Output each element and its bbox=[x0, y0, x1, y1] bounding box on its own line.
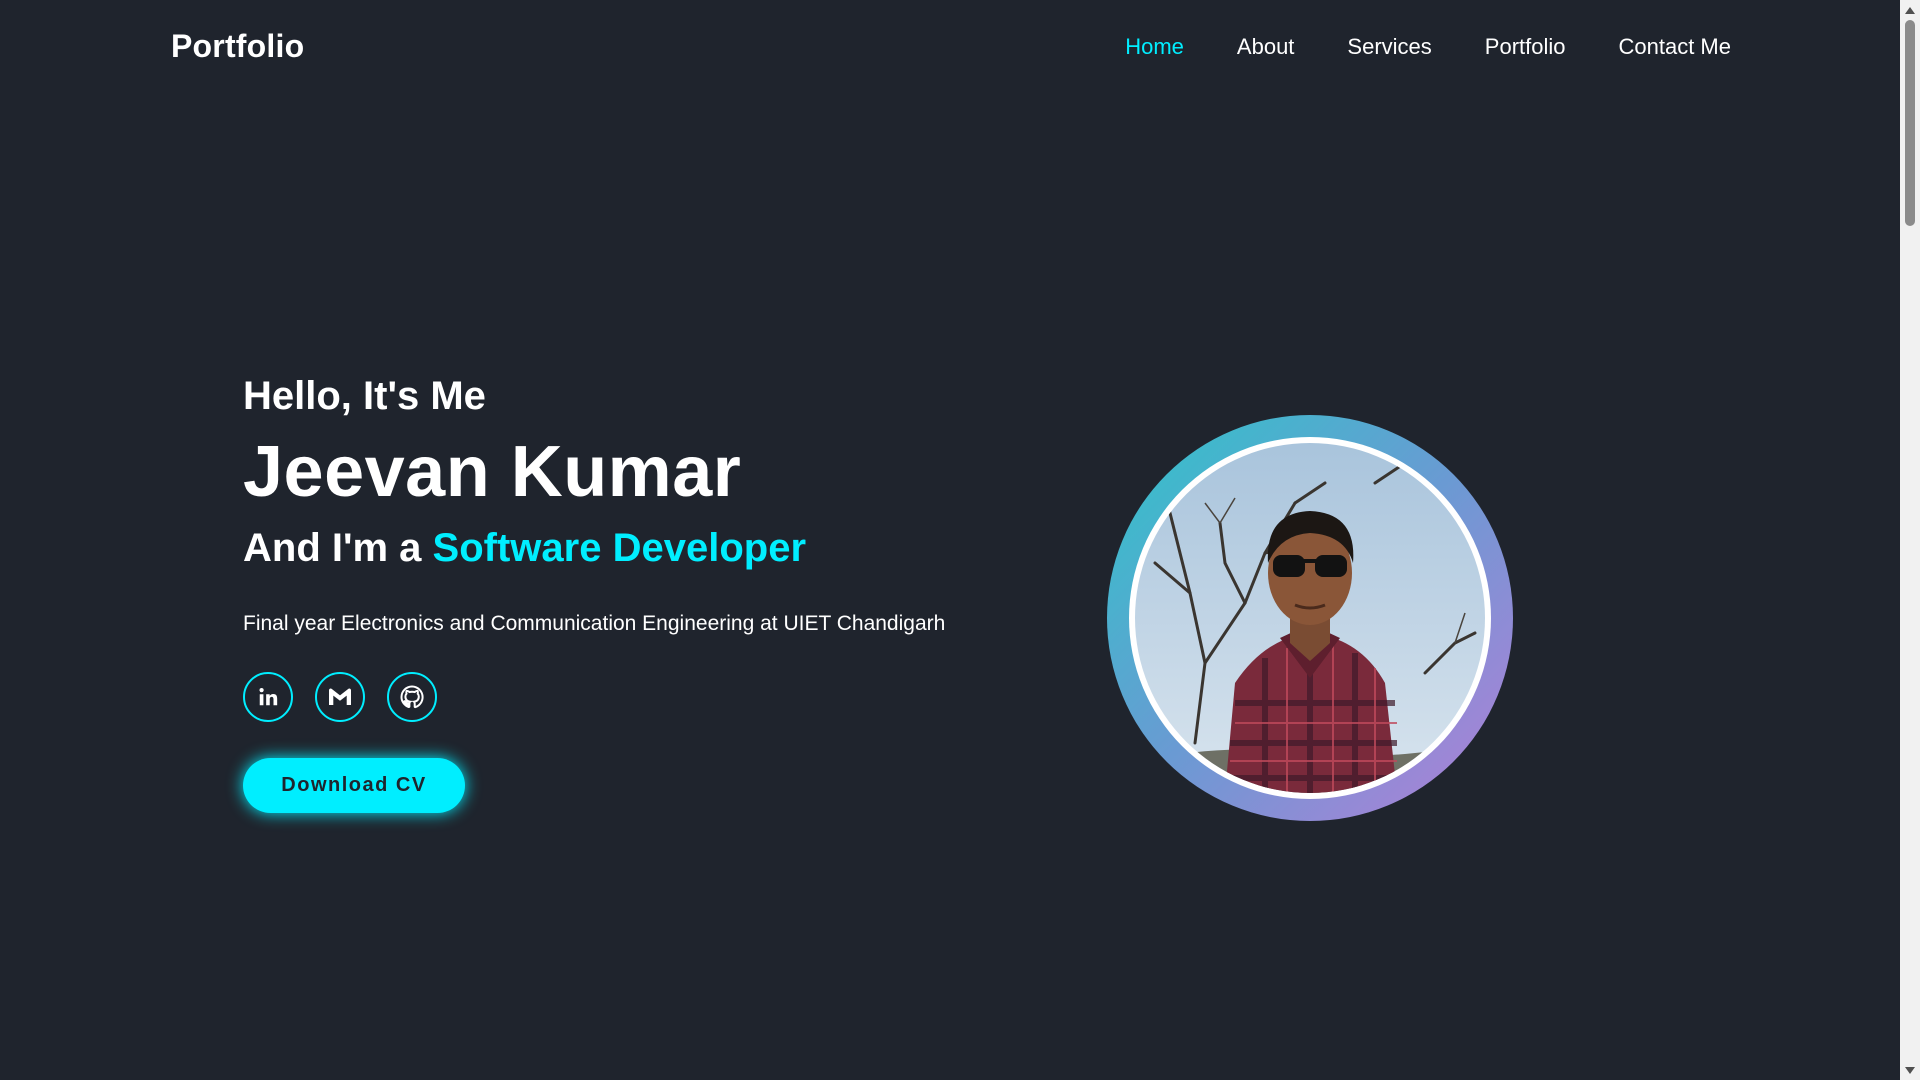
download-cv-button[interactable]: Download CV bbox=[243, 758, 465, 813]
scroll-up-arrow-icon[interactable] bbox=[1900, 0, 1920, 20]
role-prefix: And I'm a bbox=[243, 526, 422, 570]
page: Portfolio Home About Services Portfolio … bbox=[0, 0, 1920, 1080]
linkedin-icon bbox=[259, 688, 278, 706]
social-links bbox=[243, 672, 1043, 722]
github-link[interactable] bbox=[387, 672, 437, 722]
avatar-ring bbox=[1107, 415, 1513, 821]
hero-description: Final year Electronics and Communication… bbox=[243, 612, 946, 635]
hero-content: Hello, It's Me Jeevan Kumar And I'm a So… bbox=[243, 370, 1043, 813]
nav: Home About Services Portfolio Contact Me bbox=[1072, 34, 1731, 60]
gmail-icon bbox=[329, 688, 351, 705]
nav-contact[interactable]: Contact Me bbox=[1619, 34, 1732, 60]
avatar bbox=[1135, 443, 1485, 793]
scroll-down-arrow-icon[interactable] bbox=[1900, 1060, 1920, 1080]
gmail-link[interactable] bbox=[315, 672, 365, 722]
nav-home[interactable]: Home bbox=[1125, 34, 1184, 60]
nav-about[interactable]: About bbox=[1237, 34, 1295, 60]
greeting: Hello, It's Me bbox=[243, 374, 486, 418]
hero-role: And I'm a Software Developer bbox=[243, 520, 1043, 576]
logo[interactable]: Portfolio bbox=[171, 28, 304, 65]
nav-portfolio[interactable]: Portfolio bbox=[1485, 34, 1566, 60]
scrollbar[interactable] bbox=[1900, 0, 1920, 1080]
role-highlight: Software Developer bbox=[432, 526, 807, 570]
header: Portfolio Home About Services Portfolio … bbox=[0, 0, 1900, 96]
scrollbar-thumb[interactable] bbox=[1905, 20, 1915, 226]
github-icon bbox=[400, 685, 424, 709]
linkedin-link[interactable] bbox=[243, 672, 293, 722]
nav-services[interactable]: Services bbox=[1347, 34, 1431, 60]
avatar-border bbox=[1129, 437, 1491, 799]
hero-name: Jeevan Kumar bbox=[243, 432, 742, 512]
